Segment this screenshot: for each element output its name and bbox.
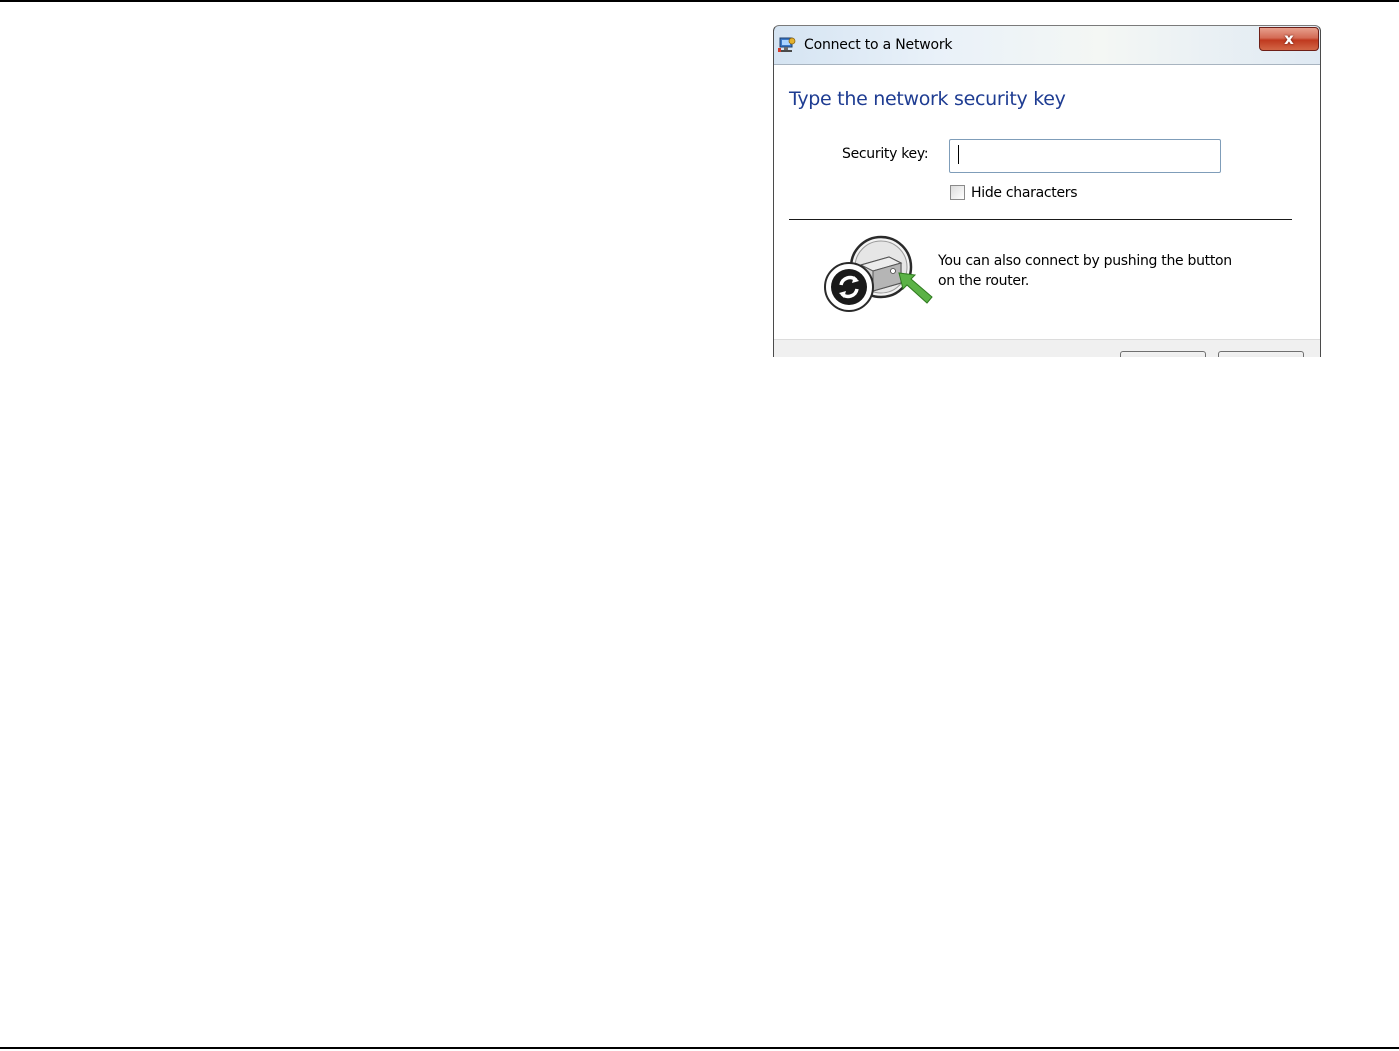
push-button-hint: You can also connect by pushing the butt… <box>938 253 1232 289</box>
page-top-rule <box>0 0 1399 2</box>
separator <box>789 219 1292 220</box>
security-key-label: Security key: <box>842 146 929 162</box>
cancel-button[interactable] <box>1218 351 1304 357</box>
dialog-footer <box>774 339 1320 357</box>
close-button[interactable]: x <box>1259 27 1319 51</box>
page-bottom-rule <box>0 1047 1399 1049</box>
title-bar[interactable]: Connect to a Network x <box>774 26 1320 64</box>
ok-button[interactable] <box>1120 351 1206 357</box>
network-icon <box>778 37 796 52</box>
hide-characters-checkbox[interactable] <box>950 185 965 200</box>
dialog-content: Type the network security key Security k… <box>774 64 1320 357</box>
close-icon: x <box>1284 30 1294 48</box>
dialog-heading: Type the network security key <box>789 88 1066 110</box>
security-key-input[interactable] <box>949 139 1221 173</box>
text-caret <box>958 145 959 164</box>
dialog-title: Connect to a Network <box>804 37 953 53</box>
hide-characters-label[interactable]: Hide characters <box>971 185 1078 201</box>
wps-router-icon <box>824 235 933 312</box>
connect-to-network-dialog: Connect to a Network x Type the network … <box>773 25 1321 357</box>
